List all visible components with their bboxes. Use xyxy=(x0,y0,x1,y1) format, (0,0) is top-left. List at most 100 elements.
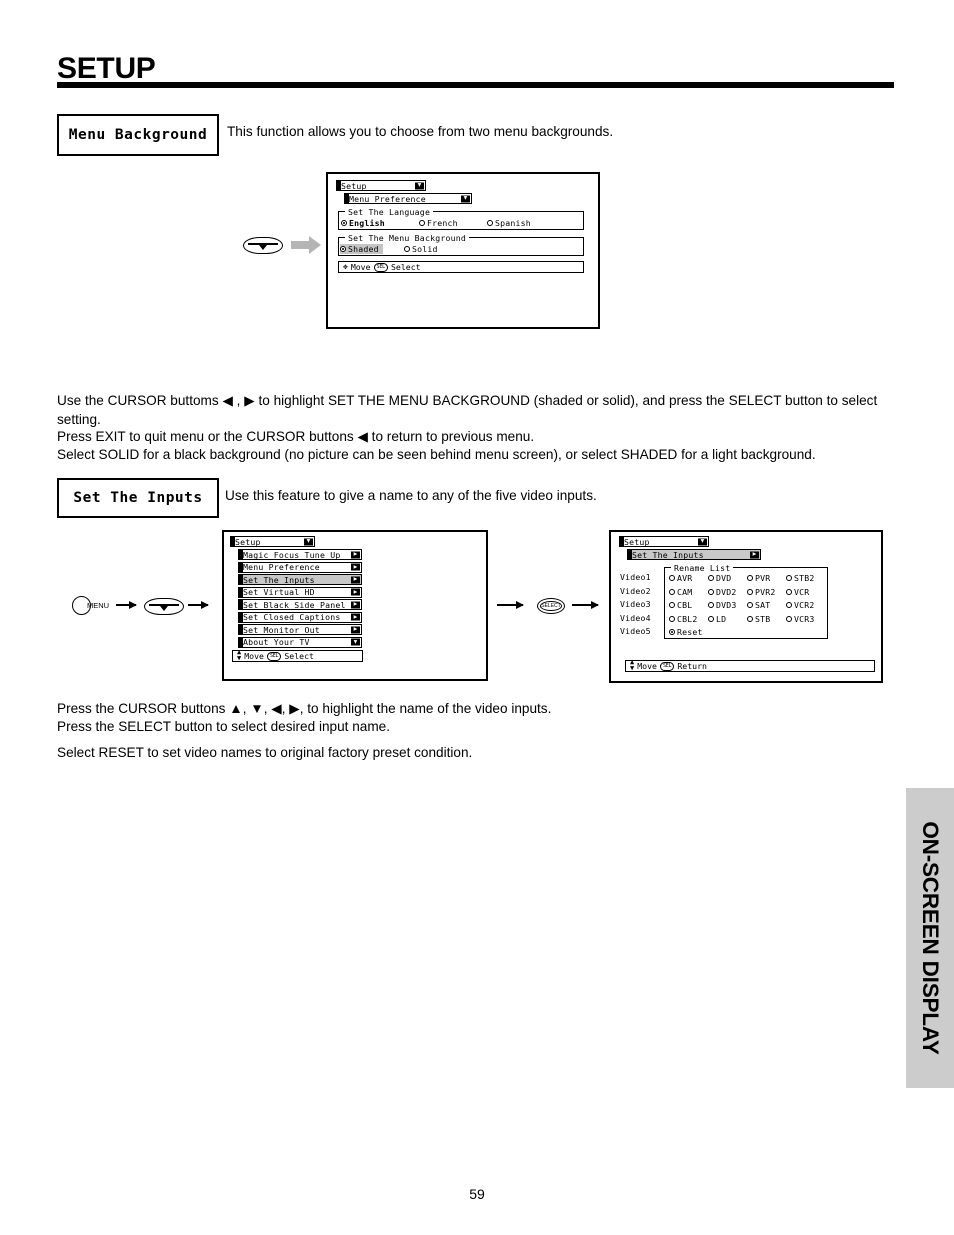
group-legend-rename-list: Rename List xyxy=(671,563,734,573)
rename-option-avr[interactable]: AVR xyxy=(669,573,692,583)
chevron-right-icon: ▶ xyxy=(351,551,360,558)
radio-off-icon xyxy=(669,575,675,581)
radio-spanish[interactable]: Spanish xyxy=(487,218,531,228)
chevron-right-icon: ▶ xyxy=(351,626,360,633)
rename-option-label: PVR xyxy=(755,573,771,583)
radio-on-icon xyxy=(340,246,346,252)
feature-label-set-the-inputs: Set The Inputs xyxy=(73,490,203,506)
rename-option-label: SAT xyxy=(755,600,771,610)
chevron-right-icon: ▶ xyxy=(351,613,360,621)
rename-option-cbl[interactable]: CBL xyxy=(669,600,692,610)
menu-item-label: Set The Inputs xyxy=(243,574,315,585)
radio-off-icon xyxy=(708,615,714,622)
osd-sub-label: Set The Inputs xyxy=(632,549,704,560)
radio-off-icon xyxy=(747,602,753,608)
select-key-icon: SEL xyxy=(659,661,675,671)
rename-option-stb2[interactable]: STB2 xyxy=(786,573,815,583)
feature-box-menu-background: Menu Background xyxy=(57,114,219,156)
osd-title-label: Setup xyxy=(624,536,650,547)
rename-option-label: STB xyxy=(755,613,771,624)
rename-option-label: PVR2 xyxy=(755,586,776,597)
help-select-label: Select xyxy=(390,262,421,272)
help-move-label: Move xyxy=(350,262,371,272)
rename-option-label: VCR xyxy=(794,586,810,597)
chevron-right-icon: ▶ xyxy=(750,551,759,558)
rename-option-cam[interactable]: CAM xyxy=(669,587,692,597)
menu-item-about-your-tv[interactable]: About Your TV ▼ xyxy=(238,636,362,648)
radio-off-icon xyxy=(669,602,675,608)
osd-sub-bar-set-the-inputs[interactable]: Set The Inputs ▶ xyxy=(627,549,761,560)
radio-french[interactable]: French xyxy=(419,218,458,228)
radio-on-icon xyxy=(341,220,347,226)
rename-option-label: DVD3 xyxy=(716,600,737,610)
menu-item-magic-focus-tune-up[interactable]: Magic Focus Tune Up ▶ xyxy=(238,549,362,560)
flow-arrow-2 xyxy=(188,604,208,606)
osd-help-bar: ▲ ▼ Move SEL Select xyxy=(232,649,363,662)
menu-item-menu-preference[interactable]: Menu Preference ▶ xyxy=(238,561,362,573)
osd-title-bar-setup[interactable]: Setup ▼ xyxy=(230,536,315,547)
radio-english[interactable]: English xyxy=(341,218,385,228)
rename-option-reset[interactable]: Reset xyxy=(669,627,703,637)
select-button-label: SELECT xyxy=(541,603,561,609)
select-key-icon: SEL xyxy=(373,262,388,272)
menu-item-set-black-side-panel[interactable]: Set Black Side Panel ▶ xyxy=(238,599,362,610)
page-title: SETUP xyxy=(57,52,156,85)
menu-item-label: Set Virtual HD xyxy=(243,587,315,597)
side-tab-label: ON-SCREEN DISPLAY xyxy=(918,821,943,1055)
rename-option-dvd[interactable]: DVD xyxy=(708,573,731,583)
radio-off-icon xyxy=(786,615,792,622)
radio-on-icon xyxy=(669,629,675,635)
video-input-label-2: Video2 xyxy=(620,585,651,596)
menu-button-label: MENU xyxy=(87,601,110,610)
rename-option-label: Reset xyxy=(677,627,703,637)
rename-option-pvr2[interactable]: PVR2 xyxy=(747,587,776,597)
rename-option-stb[interactable]: STB xyxy=(747,614,770,624)
select-button-icon[interactable]: SELECT xyxy=(537,598,565,614)
radio-off-icon xyxy=(404,246,410,252)
osd-help-bar: ✥ Move SEL Select xyxy=(338,261,584,273)
video-input-label-5: Video5 xyxy=(620,626,651,636)
menu-item-set-virtual-hd[interactable]: Set Virtual HD ▶ xyxy=(238,586,362,598)
rename-option-label: CBL xyxy=(677,600,693,610)
rename-option-cbl2[interactable]: CBL2 xyxy=(669,614,698,624)
radio-solid[interactable]: Solid xyxy=(404,244,438,254)
chevron-down-icon: ▼ xyxy=(351,638,360,646)
menu-button-icon[interactable]: MENU xyxy=(72,596,109,615)
rename-option-label: DVD2 xyxy=(716,586,737,597)
rename-option-label: DVD xyxy=(716,573,732,583)
feature-description-menu-background: This function allows you to choose from … xyxy=(227,124,614,139)
menu-item-label: Set Monitor Out xyxy=(243,624,320,635)
group-legend-menu-background: Set The Menu Background xyxy=(345,233,469,243)
title-divider xyxy=(57,82,894,88)
feature-label-menu-background: Menu Background xyxy=(68,127,208,143)
osd-title-bar-setup[interactable]: Setup ▼ xyxy=(336,180,426,191)
menu-item-set-monitor-out[interactable]: Set Monitor Out ▶ xyxy=(238,624,362,635)
menu-item-label: Set Closed Captions xyxy=(243,612,341,622)
note-menu-background-3: Select SOLID for a black background (no … xyxy=(57,447,816,462)
osd-sub-bar-menu-preference[interactable]: Menu Preference ▼ xyxy=(344,193,472,204)
rename-option-vcr[interactable]: VCR xyxy=(786,587,809,597)
rename-option-ld[interactable]: LD xyxy=(708,614,726,624)
rename-option-dvd2[interactable]: DVD2 xyxy=(708,587,737,597)
help-select-label: Select xyxy=(284,651,314,661)
osd-title-label: Setup xyxy=(235,536,261,547)
video-input-label-1: Video1 xyxy=(620,572,651,582)
radio-solid-label: Solid xyxy=(412,244,438,254)
radio-shaded-label: Shaded xyxy=(348,244,379,254)
note-menu-background-1: Use the CURSOR buttoms ◀ , ▶ to highligh… xyxy=(57,393,878,427)
rename-option-vcr3[interactable]: VCR3 xyxy=(786,614,815,624)
osd-title-bar-setup[interactable]: Setup ▼ xyxy=(619,536,709,547)
menu-item-set-the-inputs[interactable]: Set The Inputs ▶ xyxy=(238,574,362,585)
video-input-label-4: Video4 xyxy=(620,612,651,623)
menu-item-label: Set Black Side Panel xyxy=(243,599,346,610)
chevron-right-icon: ▶ xyxy=(351,563,360,571)
rename-option-sat[interactable]: SAT xyxy=(747,600,770,610)
manual-page: SETUP Menu Background This function allo… xyxy=(0,0,954,1235)
rename-option-dvd3[interactable]: DVD3 xyxy=(708,600,737,610)
rename-option-pvr[interactable]: PVR xyxy=(747,573,770,583)
radio-shaded[interactable]: Shaded xyxy=(340,244,383,254)
menu-item-set-closed-captions[interactable]: Set Closed Captions ▶ xyxy=(238,611,362,623)
radio-off-icon xyxy=(786,602,792,608)
rename-option-vcr2[interactable]: VCR2 xyxy=(786,600,815,610)
flow-arrow-gray xyxy=(291,241,309,249)
